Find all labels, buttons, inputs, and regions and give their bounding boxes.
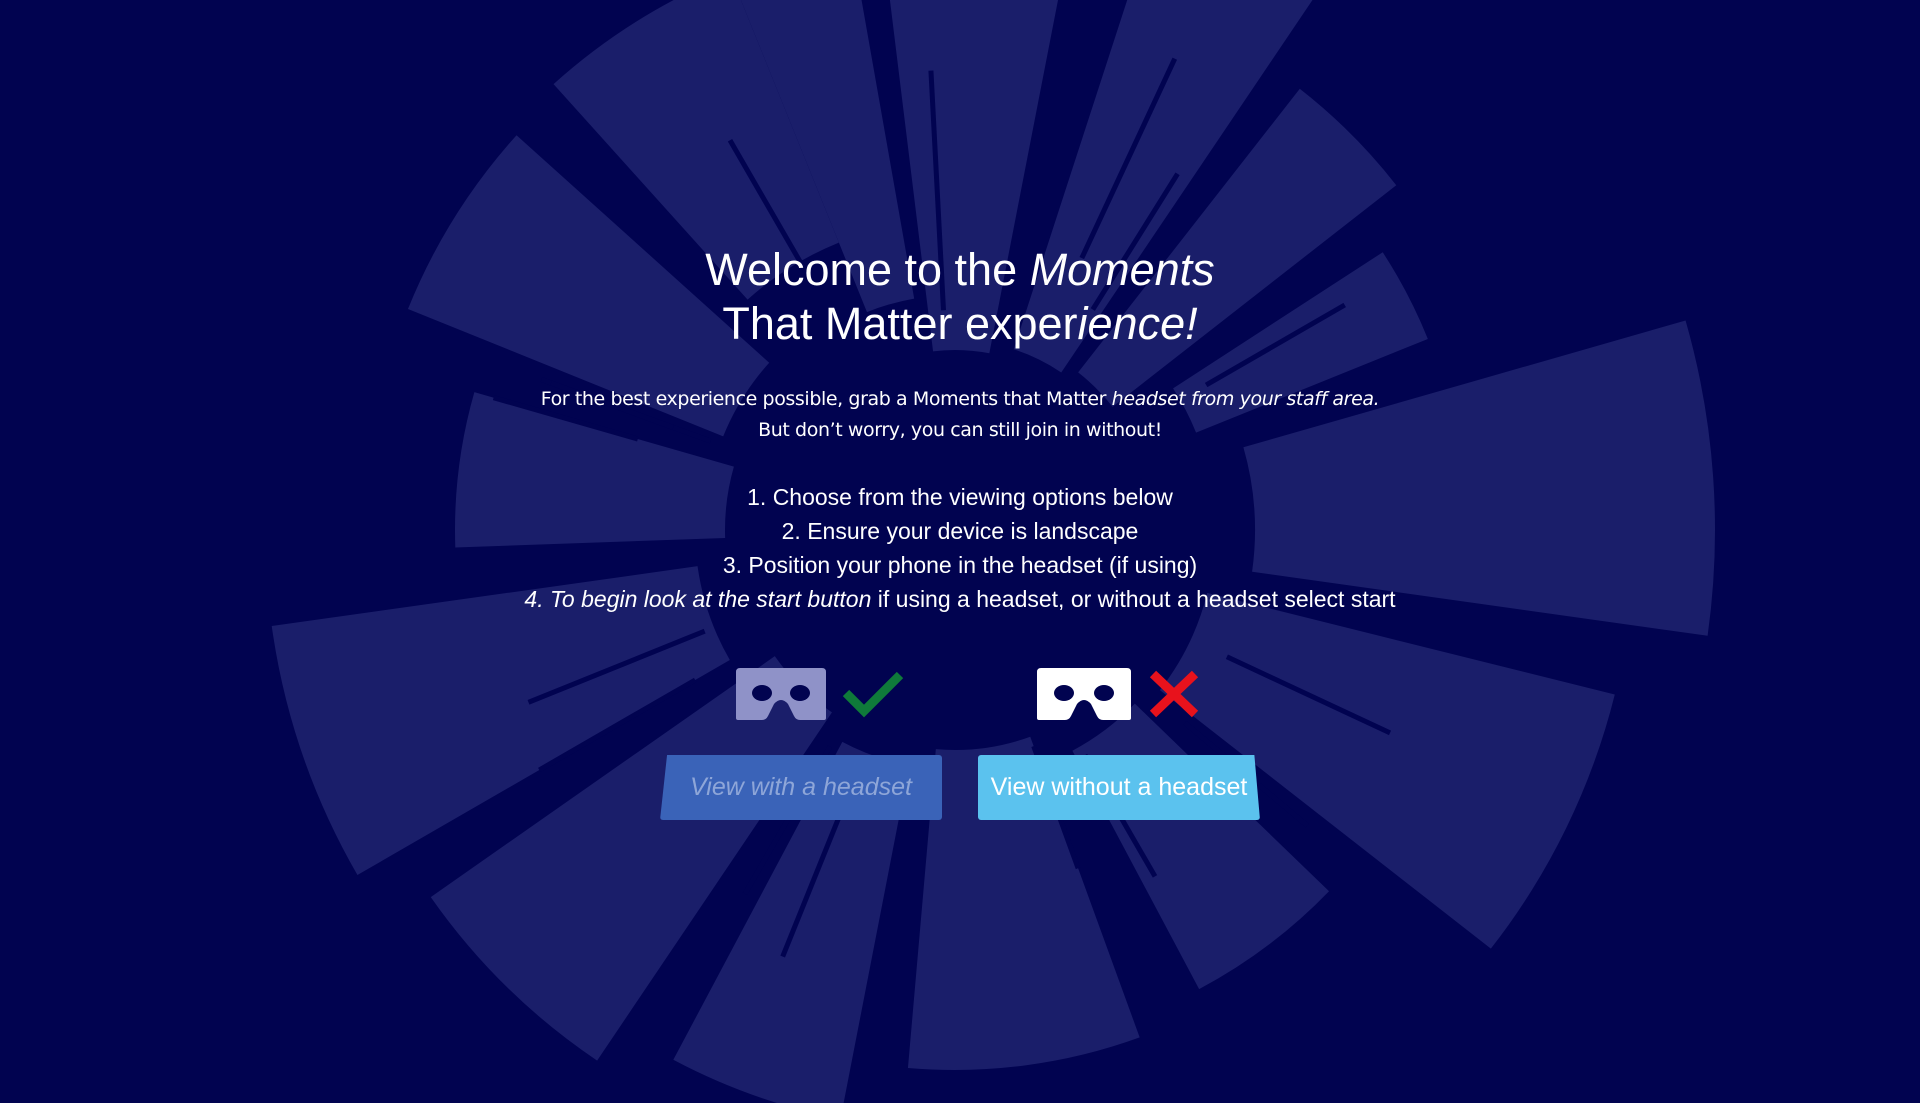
cross-icon	[1149, 670, 1199, 718]
checkmark-icon	[842, 671, 904, 718]
welcome-screen: Welcome to the Moments That Matter exper…	[0, 0, 1920, 1103]
instruction-step-3: 3. Position your phone in the headset (i…	[722, 552, 1198, 578]
view-without-headset-button[interactable]: View without a headset	[978, 755, 1260, 820]
intro-text: For the best experience possible, grab a…	[540, 388, 1380, 441]
vr-headset-icon	[736, 668, 826, 720]
page-title: Welcome to the Moments That Matter exper…	[705, 244, 1215, 349]
instruction-step-4: 4. To begin look at the start button if …	[524, 586, 1396, 612]
instruction-step-2: 2. Ensure your device is landscape	[781, 518, 1139, 544]
vr-headset-icon	[1037, 668, 1131, 720]
instruction-list: 1. Choose from the viewing options below…	[0, 480, 1920, 616]
with-headset-icons	[734, 664, 904, 724]
without-headset-icons	[1035, 664, 1201, 724]
instruction-step-1: 1. Choose from the viewing options below	[747, 484, 1173, 510]
view-with-headset-button[interactable]: View with a headset	[660, 755, 942, 820]
